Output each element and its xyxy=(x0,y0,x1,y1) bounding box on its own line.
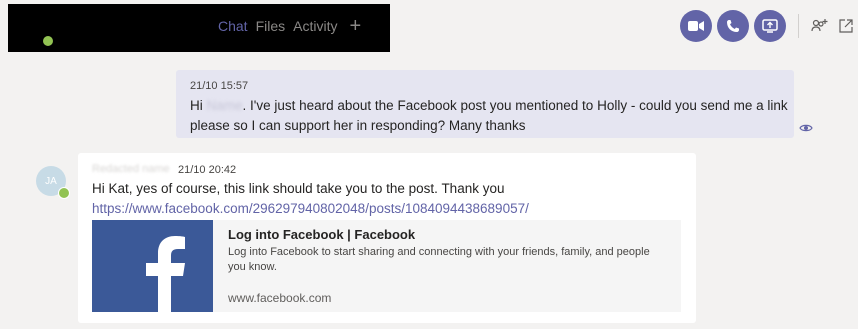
facebook-logo-icon xyxy=(92,220,213,312)
tab-activity[interactable]: Activity xyxy=(293,18,337,34)
presence-available-icon xyxy=(58,187,70,199)
screen-share-button[interactable] xyxy=(754,10,786,42)
header-divider xyxy=(798,14,799,38)
seen-eye-icon xyxy=(799,124,813,132)
message-timestamp: 21/10 15:57 xyxy=(190,80,249,92)
sent-message[interactable]: 21/10 15:57 Hi Name. I've just heard abo… xyxy=(176,70,794,138)
preview-title: Log into Facebook | Facebook xyxy=(228,227,416,242)
plus-icon[interactable]: + xyxy=(349,16,361,36)
video-call-icon xyxy=(688,21,704,31)
facebook-post-link[interactable]: https://www.facebook.com/296297940802048… xyxy=(92,201,529,216)
redacted-name: Name xyxy=(206,98,243,113)
received-message[interactable]: Redacted name 21/10 20:42 Hi Kat, yes of… xyxy=(78,153,696,323)
preview-domain: www.facebook.com xyxy=(228,291,332,305)
video-call-button[interactable] xyxy=(680,10,712,42)
chat-tabs: Chat Files Activity + xyxy=(218,16,361,36)
audio-call-icon xyxy=(727,20,739,32)
tab-chat[interactable]: Chat xyxy=(218,18,248,34)
screen-share-icon xyxy=(762,19,778,33)
pop-out-button[interactable] xyxy=(836,16,856,36)
presence-available-icon xyxy=(42,35,54,47)
message-timestamp: 21/10 20:42 xyxy=(178,164,237,176)
tab-files[interactable]: Files xyxy=(256,18,286,34)
audio-call-button[interactable] xyxy=(717,10,749,42)
message-text: Hi Kat, yes of course, this link should … xyxy=(92,181,529,216)
preview-description: Log into Facebook to start sharing and c… xyxy=(228,246,650,273)
message-text: Hi Name. I've just heard about the Faceb… xyxy=(190,98,788,133)
link-preview-card[interactable]: Log into Facebook | Facebook Log into Fa… xyxy=(92,220,681,312)
chat-header: Chat Files Activity + xyxy=(0,0,858,56)
sender-name-redacted: Redacted name xyxy=(92,163,170,175)
pop-out-icon xyxy=(839,19,853,33)
add-people-icon xyxy=(811,19,828,32)
add-people-button[interactable] xyxy=(810,16,830,36)
